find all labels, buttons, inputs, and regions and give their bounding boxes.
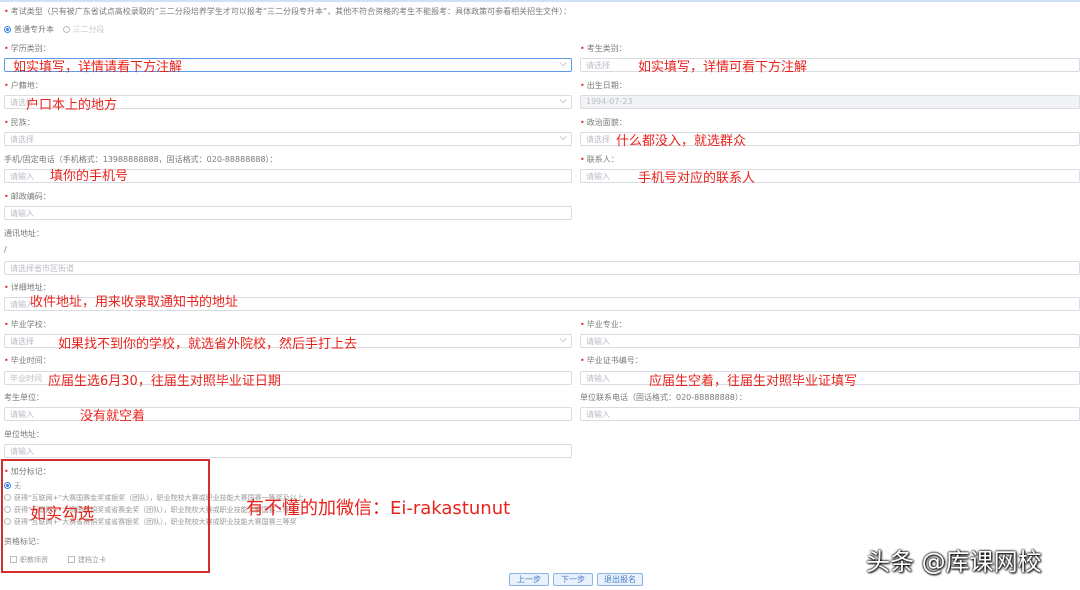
top-border [0,0,1080,2]
education-label: • 学历类别： [4,44,51,53]
major-label: • 毕业专业： [580,320,627,329]
employer-label: 考生单位： [4,393,44,402]
birthdate-field: 1994-07-23 [580,95,1080,109]
annotation-household: 户口本上的地方 [26,98,118,113]
employer-address-label: 单位地址： [4,430,44,439]
employer-phone-input[interactable]: 请输入 [580,407,1080,421]
school-label: • 毕业学校： [4,320,51,329]
exam-type-label: • 考试类型（只有被广东省试点高校录取的“三二分段培养学生才可以报考“三二分段专升… [4,7,572,16]
prev-button[interactable]: 上一步 [509,573,549,586]
exam-type-option-32[interactable]: 三二分段 [62,25,105,34]
employer-address-input[interactable]: 请输入 [4,444,572,458]
birthdate-label: • 出生日期： [580,81,627,90]
chevron-down-icon: ⌵ [559,132,567,143]
annotation-cert-no: 应届生空着，往届生对照毕业证填写 [649,374,858,389]
employer-phone-label: 单位联系电话（固话格式：020-88888888）： [580,393,747,402]
annotation-detail-address: 收件地址，用来收录取通知书的地址 [30,295,239,310]
annotation-school: 如果找不到你的学校，就选省外院校，然后手打上去 [58,337,358,352]
household-label: • 户籍地： [4,81,43,90]
annotation-examinee-type: 如实填写，详情可看下方注解 [638,60,808,75]
radio-icon[interactable] [62,26,70,33]
annotation-political: 什么都没入，就选群众 [616,134,747,149]
address-select[interactable]: 请选择省市区街道 [4,261,1080,275]
annotation-phone: 填你的手机号 [50,169,129,184]
annotation-grad-time: 应届生选6月30，往届生对照毕业证日期 [48,374,281,389]
address-separator: / [4,245,7,254]
annotation-bonus: 如实勾选 [30,504,95,523]
next-button[interactable]: 下一步 [553,573,593,586]
grad-time-label: • 毕业时间： [4,356,51,365]
exam-type-option-regular[interactable]: 普通专升本 [4,25,54,34]
postal-label: • 邮政编码： [4,192,51,201]
major-input[interactable]: 请输入 [580,334,1080,348]
watermark: 头条 @库课网校 [866,548,1042,576]
chevron-down-icon: ⌵ [559,334,567,345]
contact-label: • 联系人： [580,155,619,164]
ethnicity-select[interactable]: 请选择 ⌵ [4,132,572,146]
radio-selected-icon[interactable] [4,26,11,33]
annotation-contact: 手机号对应的联系人 [638,171,756,186]
exit-button[interactable]: 退出报名 [597,573,643,586]
phone-label: 手机/固定电话（手机格式：13988888888，固话格式：020-888888… [4,155,278,164]
address-label: 通讯地址： [4,229,44,238]
chevron-down-icon: ⌵ [559,95,567,106]
annotation-wechat: 有不懂的加微信：Ei-rakastunut [246,498,511,519]
annotation-education: 如实填写，详情请看下方注解 [13,60,183,75]
annotation-employer: 没有就空着 [80,409,146,424]
cert-no-label: • 毕业证书编号： [580,356,643,365]
postal-input[interactable]: 请输入 [4,206,572,220]
ethnicity-label: • 民族： [4,118,35,127]
examinee-type-label: • 考生类别： [580,44,627,53]
political-label: • 政治面貌： [580,118,627,127]
exam-type-options: 普通专升本 三二分段 [4,24,105,35]
chevron-down-icon: ⌵ [559,58,567,69]
